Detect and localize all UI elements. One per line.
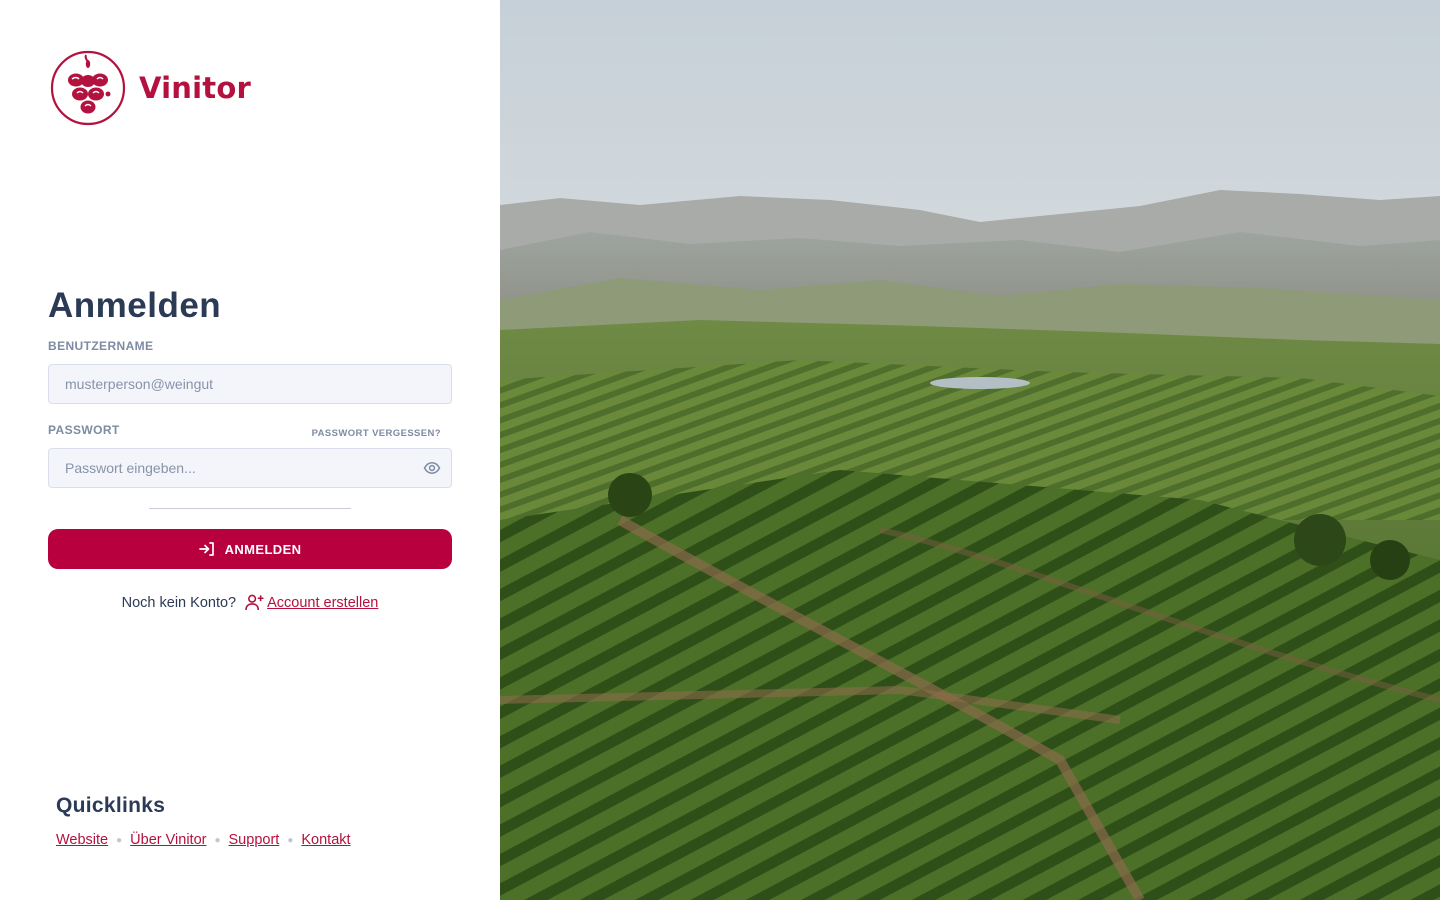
separator-dot: ● — [116, 834, 123, 846]
login-button[interactable]: ANMELDEN — [48, 529, 452, 569]
signup-row: Noch kein Konto? Account erstellen — [0, 594, 500, 611]
password-label: PASSWORT — [48, 423, 120, 437]
eye-icon[interactable] — [422, 459, 442, 477]
login-arrow-icon — [198, 542, 214, 556]
no-account-text: Noch kein Konto? — [121, 594, 237, 611]
quicklink-about[interactable]: Über Vinitor — [130, 832, 206, 848]
create-account-label: Account erstellen — [267, 594, 379, 611]
quicklinks-list: Website ● Über Vinitor ● Support ● Konta… — [56, 832, 351, 848]
page-title: Anmelden — [48, 286, 222, 325]
create-account-link[interactable]: Account erstellen — [245, 594, 378, 611]
vineyard-background-image — [500, 0, 1440, 900]
login-button-label: ANMELDEN — [224, 541, 302, 557]
divider — [149, 508, 351, 509]
separator-dot: ● — [287, 834, 294, 846]
quicklink-contact[interactable]: Kontakt — [301, 832, 350, 848]
brand-name: Vinitor — [139, 71, 251, 105]
quicklink-support[interactable]: Support — [229, 832, 280, 848]
brand-logo[interactable]: Vinitor — [50, 50, 251, 126]
separator-dot: ● — [214, 834, 221, 846]
user-plus-icon — [245, 594, 264, 611]
forgot-password-link[interactable]: PASSWORT VERGESSEN? — [312, 428, 441, 439]
grape-logo-icon — [50, 50, 126, 126]
username-label: BENUTZERNAME — [48, 339, 154, 353]
password-input[interactable] — [48, 448, 452, 488]
login-panel: Vinitor Anmelden BENUTZERNAME PASSWORT P… — [0, 0, 500, 900]
quicklink-website[interactable]: Website — [56, 832, 108, 848]
username-input[interactable] — [48, 364, 452, 404]
quicklinks-title: Quicklinks — [56, 794, 166, 817]
